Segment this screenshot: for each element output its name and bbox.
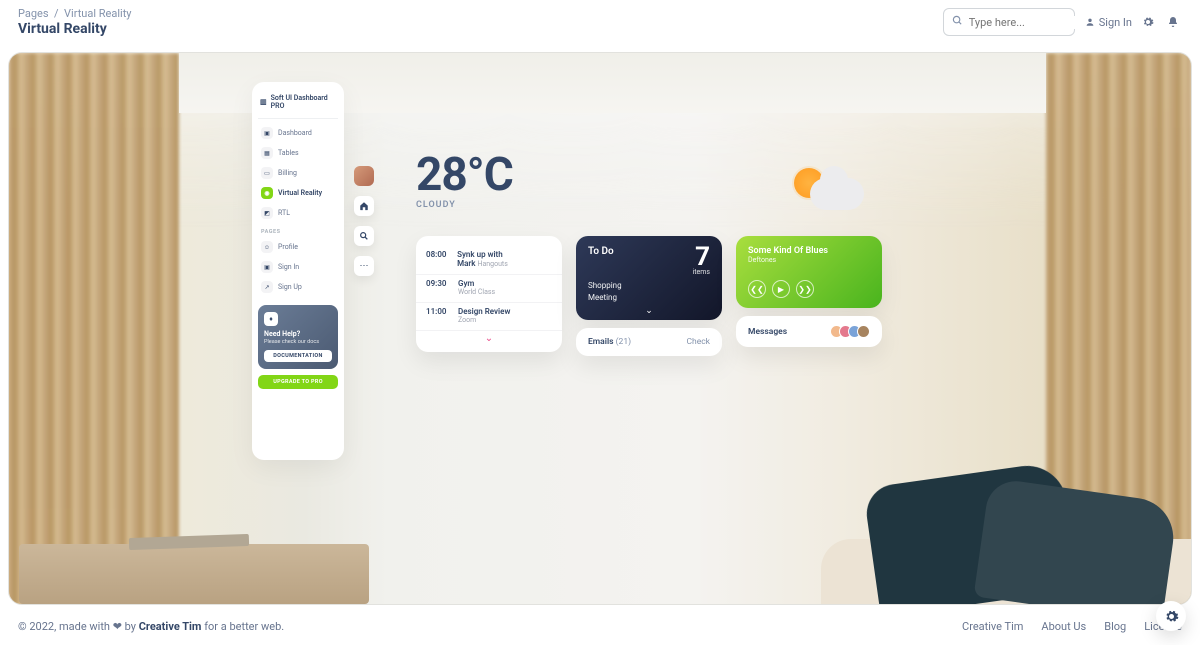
weather-widget: 28°C CLOUDY xyxy=(416,148,513,210)
footer-links: Creative Tim About Us Blog License xyxy=(962,620,1182,633)
help-icon: ♦ xyxy=(264,312,278,326)
upgrade-button[interactable]: UPGRADE TO PRO xyxy=(258,375,338,389)
table-icon: ▦ xyxy=(261,147,273,159)
music-prev-button[interactable]: ❮❮ xyxy=(748,280,766,298)
schedule-col: 08:00 Synk up with MarkHangouts 09:30 Gy… xyxy=(416,236,562,356)
settings-fab[interactable] xyxy=(1156,601,1186,631)
todo-list: Shopping Meeting xyxy=(588,280,710,304)
user-icon: ☺ xyxy=(261,241,273,253)
heart-icon: ❤ xyxy=(113,620,122,633)
schedule-more[interactable]: ⌄ xyxy=(416,331,562,350)
music-col: Some Kind Of Blues Deftones ❮❮ ▶ ❯❯ Mess… xyxy=(736,236,882,356)
nav-right: Sign In xyxy=(943,8,1182,36)
action-column: ⋯ xyxy=(354,166,378,276)
help-title: Need Help? xyxy=(264,330,332,338)
weather-temp: 28°C xyxy=(416,148,513,202)
documentation-button[interactable]: DOCUMENTATION xyxy=(264,350,332,362)
music-play-button[interactable]: ▶ xyxy=(772,280,790,298)
home-button[interactable] xyxy=(354,196,374,216)
music-next-button[interactable]: ❯❯ xyxy=(796,280,814,298)
cube-icon: ◉ xyxy=(261,187,273,199)
sidebar-item-profile[interactable]: ☺Profile xyxy=(258,237,338,257)
schedule-row[interactable]: 08:00 Synk up with MarkHangouts xyxy=(416,246,562,275)
shop-icon: ▣ xyxy=(261,127,273,139)
search-box[interactable] xyxy=(943,8,1075,36)
messages-card[interactable]: Messages xyxy=(736,316,882,347)
tool-icon: ◩ xyxy=(261,207,273,219)
footer-brand-link[interactable]: Creative Tim xyxy=(139,620,202,633)
gear-icon[interactable] xyxy=(1142,13,1157,32)
sidebar-item-dashboard[interactable]: ▣Dashboard xyxy=(258,123,338,143)
sidebar-item-tables[interactable]: ▦Tables xyxy=(258,143,338,163)
doc-icon: ▣ xyxy=(261,261,273,273)
navbar: Pages / Virtual Reality Virtual Reality … xyxy=(0,0,1200,44)
cards-row: 08:00 Synk up with MarkHangouts 09:30 Gy… xyxy=(416,236,882,356)
todo-card: To Do 7items Shopping Meeting ⌄ xyxy=(576,236,722,320)
more-button[interactable]: ⋯ xyxy=(354,256,374,276)
search-button[interactable] xyxy=(354,226,374,246)
search-icon xyxy=(952,15,963,29)
footer: © 2022, made with ❤ by Creative Tim for … xyxy=(0,607,1200,645)
music-title: Some Kind Of Blues xyxy=(748,246,870,256)
card-icon: ▭ xyxy=(261,167,273,179)
nav-left: Pages / Virtual Reality Virtual Reality xyxy=(18,7,132,37)
sidebar-help-card: ♦ Need Help? Please check our docs DOCUM… xyxy=(258,305,338,369)
music-card: Some Kind Of Blues Deftones ❮❮ ▶ ❯❯ xyxy=(736,236,882,308)
todo-label: To Do xyxy=(588,246,614,276)
sidebar-brand[interactable]: ▥ Soft UI Dashboard PRO xyxy=(258,90,338,119)
sidebar-item-virtual-reality[interactable]: ◉Virtual Reality xyxy=(258,183,338,203)
footer-link[interactable]: About Us xyxy=(1041,620,1086,633)
todo-count: 7 xyxy=(693,246,710,268)
sidebar-item-rtl[interactable]: ◩RTL xyxy=(258,203,338,223)
emails-card[interactable]: Emails (21) Check xyxy=(576,328,722,356)
breadcrumb-root[interactable]: Pages xyxy=(18,7,49,20)
sidebar-item-signup[interactable]: ↗Sign Up xyxy=(258,277,338,297)
sidebar: ▥ Soft UI Dashboard PRO ▣Dashboard ▦Tabl… xyxy=(252,82,344,460)
brand-icon: ▥ xyxy=(260,98,267,106)
sidebar-section-pages: Pages xyxy=(258,223,338,237)
rocket-icon: ↗ xyxy=(261,281,273,293)
page-title: Virtual Reality xyxy=(18,21,132,37)
footer-text: © 2022, made with ❤ by Creative Tim for … xyxy=(18,620,284,633)
schedule-card: 08:00 Synk up with MarkHangouts 09:30 Gy… xyxy=(416,236,562,352)
music-artist: Deftones xyxy=(748,256,870,264)
emails-check-link[interactable]: Check xyxy=(687,337,710,347)
signin-label: Sign In xyxy=(1099,16,1132,29)
schedule-row[interactable]: 09:30 GymWorld Class xyxy=(416,275,562,303)
curtain-decor xyxy=(9,53,179,604)
breadcrumb-current: Virtual Reality xyxy=(64,7,131,20)
footer-link[interactable]: Blog xyxy=(1104,620,1126,633)
avatar[interactable] xyxy=(354,166,374,186)
schedule-row[interactable]: 11:00 Design ReviewZoom xyxy=(416,303,562,331)
todo-more[interactable]: ⌄ xyxy=(588,306,710,316)
message-avatars xyxy=(834,325,870,338)
breadcrumb: Pages / Virtual Reality xyxy=(18,7,132,20)
help-subtitle: Please check our docs xyxy=(264,339,332,345)
todo-col: To Do 7items Shopping Meeting ⌄ Emails (… xyxy=(576,236,722,356)
sidebar-item-signin[interactable]: ▣Sign In xyxy=(258,257,338,277)
bell-icon[interactable] xyxy=(1167,13,1182,32)
weather-icon xyxy=(784,158,864,218)
footer-link[interactable]: Creative Tim xyxy=(962,620,1023,633)
signin-link[interactable]: Sign In xyxy=(1085,16,1132,29)
sidebar-item-billing[interactable]: ▭Billing xyxy=(258,163,338,183)
